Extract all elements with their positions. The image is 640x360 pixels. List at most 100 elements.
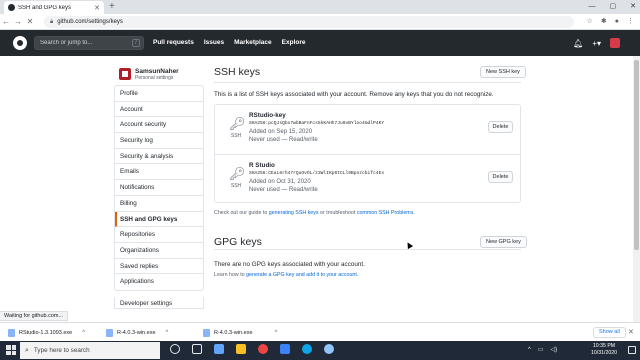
sidebar-item-emails[interactable]: Emails bbox=[115, 164, 203, 181]
download-item[interactable]: RStudio-1.3.1093.exe ^ bbox=[8, 327, 85, 338]
clock-date: 10/31/2020 bbox=[591, 350, 617, 356]
guide-suffix: . bbox=[413, 210, 415, 216]
app-icon[interactable] bbox=[324, 344, 334, 354]
chevron-up-icon[interactable]: ^ bbox=[166, 330, 169, 336]
sidebar-item-ssh-gpg-keys[interactable]: SSH and GPG keys bbox=[115, 211, 203, 228]
nav-explore[interactable]: Explore bbox=[282, 39, 306, 46]
taskbar-clock[interactable]: 10:35 PM 10/31/2020 bbox=[584, 343, 624, 357]
taskbar-search-placeholder: Type here to search bbox=[33, 347, 90, 354]
key-usage: Never used — Read/write bbox=[249, 137, 318, 143]
lock-icon: 🔒︎ bbox=[50, 18, 54, 25]
taskbar-search[interactable]: ⌕ Type here to search bbox=[20, 342, 160, 359]
gpg-heading-divider bbox=[214, 249, 521, 250]
delete-key-button[interactable]: Delete bbox=[488, 171, 513, 183]
learn-suffix: . bbox=[356, 272, 359, 278]
settings-sidebar: Profile Account Account security Securit… bbox=[114, 85, 204, 291]
sidebar-item-billing[interactable]: Billing bbox=[115, 196, 203, 212]
gpg-empty-text: There are no GPG keys associated with yo… bbox=[214, 261, 365, 268]
chrome-icon[interactable] bbox=[258, 344, 268, 354]
window-controls: — ▢ ✕ bbox=[589, 1, 637, 13]
ssh-key-list: 🔑︎ SSH RStudio-key SHA256:pcQJsQbx7wbBaF… bbox=[214, 104, 521, 203]
sidebar-item-account-security[interactable]: Account security bbox=[115, 117, 203, 134]
sidebar-item-profile[interactable]: Profile bbox=[115, 86, 203, 102]
chevron-up-icon[interactable]: ^ bbox=[528, 345, 531, 355]
sidebar-item-repositories[interactable]: Repositories bbox=[115, 227, 203, 243]
sidebar-item-saved-replies[interactable]: Saved replies bbox=[115, 259, 203, 275]
taskbar-apps bbox=[170, 344, 334, 354]
nav-issues[interactable]: Issues bbox=[204, 39, 224, 46]
search-shortcut-badge: / bbox=[132, 39, 140, 47]
chevron-up-icon[interactable]: ^ bbox=[275, 330, 278, 336]
file-icon bbox=[106, 328, 113, 337]
file-explorer-icon[interactable] bbox=[236, 344, 246, 354]
tab-title: SSH and GPG keys bbox=[18, 4, 72, 11]
cortana-icon[interactable] bbox=[170, 344, 180, 354]
nav-pull-requests[interactable]: Pull requests bbox=[153, 39, 194, 46]
browser-status-text: Waiting for github.com... bbox=[0, 311, 69, 321]
notification-center-icon[interactable] bbox=[628, 346, 636, 354]
sidebar-item-notifications[interactable]: Notifications bbox=[115, 180, 203, 196]
profile-username[interactable]: SamsunNaher bbox=[135, 68, 179, 75]
url-field[interactable]: 🔒︎ github.com/settings/keys bbox=[44, 16, 574, 28]
clock-time: 10:35 PM bbox=[592, 343, 616, 349]
download-item[interactable]: R-4.0.3-win.exe ^ bbox=[106, 327, 168, 338]
minimize-button[interactable]: — bbox=[589, 1, 596, 13]
sidebar-item-security-log[interactable]: Security log bbox=[115, 133, 203, 149]
task-view-icon[interactable] bbox=[192, 344, 202, 354]
close-tab-icon[interactable]: ✕ bbox=[94, 4, 100, 12]
maximize-button[interactable]: ▢ bbox=[610, 1, 617, 13]
download-filename: R-4.0.3-win.exe bbox=[214, 329, 253, 336]
windows-start-icon[interactable] bbox=[6, 345, 16, 355]
volume-icon[interactable]: ◁) bbox=[551, 345, 558, 355]
github-logo-icon[interactable] bbox=[13, 36, 27, 50]
network-icon[interactable]: ▭ bbox=[538, 345, 544, 355]
mail-icon[interactable] bbox=[280, 344, 290, 354]
gpg-keys-heading: GPG keys bbox=[214, 236, 262, 248]
new-tab-button[interactable]: + bbox=[109, 1, 115, 13]
windows-taskbar: ⌕ Type here to search ^ ▭ ◁) 10:35 PM 10… bbox=[0, 341, 640, 360]
new-gpg-key-button[interactable]: New GPG key bbox=[480, 236, 527, 248]
generating-ssh-keys-link[interactable]: generating SSH keys bbox=[269, 210, 319, 216]
page-scrollbar[interactable] bbox=[633, 56, 640, 322]
github-favicon-icon bbox=[8, 4, 15, 11]
download-item[interactable]: R-4.0.3-win.exe ^ bbox=[203, 327, 277, 338]
delete-key-button[interactable]: Delete bbox=[488, 121, 513, 133]
ssh-description: This is a list of SSH keys associated wi… bbox=[214, 91, 494, 98]
edge-icon[interactable] bbox=[302, 344, 312, 354]
forward-icon[interactable]: → bbox=[12, 17, 24, 26]
notifications-bell-icon[interactable]: 🔔︎ bbox=[573, 39, 583, 48]
sidebar-item-organizations[interactable]: Organizations bbox=[115, 243, 203, 259]
common-ssh-problems-link[interactable]: common SSH Problems bbox=[357, 210, 414, 216]
create-new-plus-icon[interactable]: +▾ bbox=[592, 39, 601, 48]
mouse-cursor-icon bbox=[404, 240, 414, 250]
guide-prefix: Check out our guide to bbox=[214, 210, 269, 216]
app-icon[interactable] bbox=[214, 344, 224, 354]
system-tray: ^ ▭ ◁) bbox=[528, 345, 557, 355]
extensions-icon[interactable]: ✱ bbox=[601, 16, 607, 28]
chevron-up-icon[interactable]: ^ bbox=[82, 330, 85, 336]
browser-tab-strip: SSH and GPG keys ✕ + — ▢ ✕ bbox=[0, 0, 640, 14]
key-fingerprint: SHA256:pcQJsQbx7wbBaFnFcs5kKAHh7Ju9vBYlo… bbox=[249, 121, 385, 126]
scrollbar-thumb[interactable] bbox=[634, 60, 639, 250]
close-shelf-icon[interactable]: ✕ bbox=[628, 328, 634, 336]
sidebar-item-developer-settings[interactable]: Developer settings bbox=[114, 297, 204, 309]
back-icon[interactable]: ← bbox=[0, 17, 12, 26]
avatar[interactable] bbox=[119, 68, 131, 80]
show-all-downloads-button[interactable]: Show all bbox=[593, 327, 626, 338]
sidebar-item-applications[interactable]: Applications bbox=[115, 274, 203, 290]
sidebar-item-account[interactable]: Account bbox=[115, 102, 203, 118]
new-ssh-key-button[interactable]: New SSH key bbox=[480, 66, 526, 78]
user-avatar-menu[interactable] bbox=[610, 38, 620, 48]
github-search-input[interactable] bbox=[40, 40, 130, 46]
sidebar-item-security-analysis[interactable]: Security & analysis bbox=[115, 149, 203, 165]
profile-icon[interactable]: ● bbox=[615, 16, 619, 28]
nav-marketplace[interactable]: Marketplace bbox=[234, 39, 272, 46]
download-filename: RStudio-1.3.1093.exe bbox=[19, 329, 73, 336]
generate-gpg-key-link[interactable]: generate a GPG key and add it to your ac… bbox=[246, 272, 357, 278]
bookmark-star-icon[interactable]: ☆ bbox=[587, 16, 593, 28]
close-window-button[interactable]: ✕ bbox=[630, 1, 636, 13]
stop-loading-icon[interactable]: ✕ bbox=[24, 17, 36, 26]
browser-menu-icon[interactable]: ⋮ bbox=[627, 16, 634, 28]
guide-middle: or troubleshoot bbox=[318, 210, 357, 216]
browser-tab[interactable]: SSH and GPG keys ✕ bbox=[4, 1, 104, 14]
